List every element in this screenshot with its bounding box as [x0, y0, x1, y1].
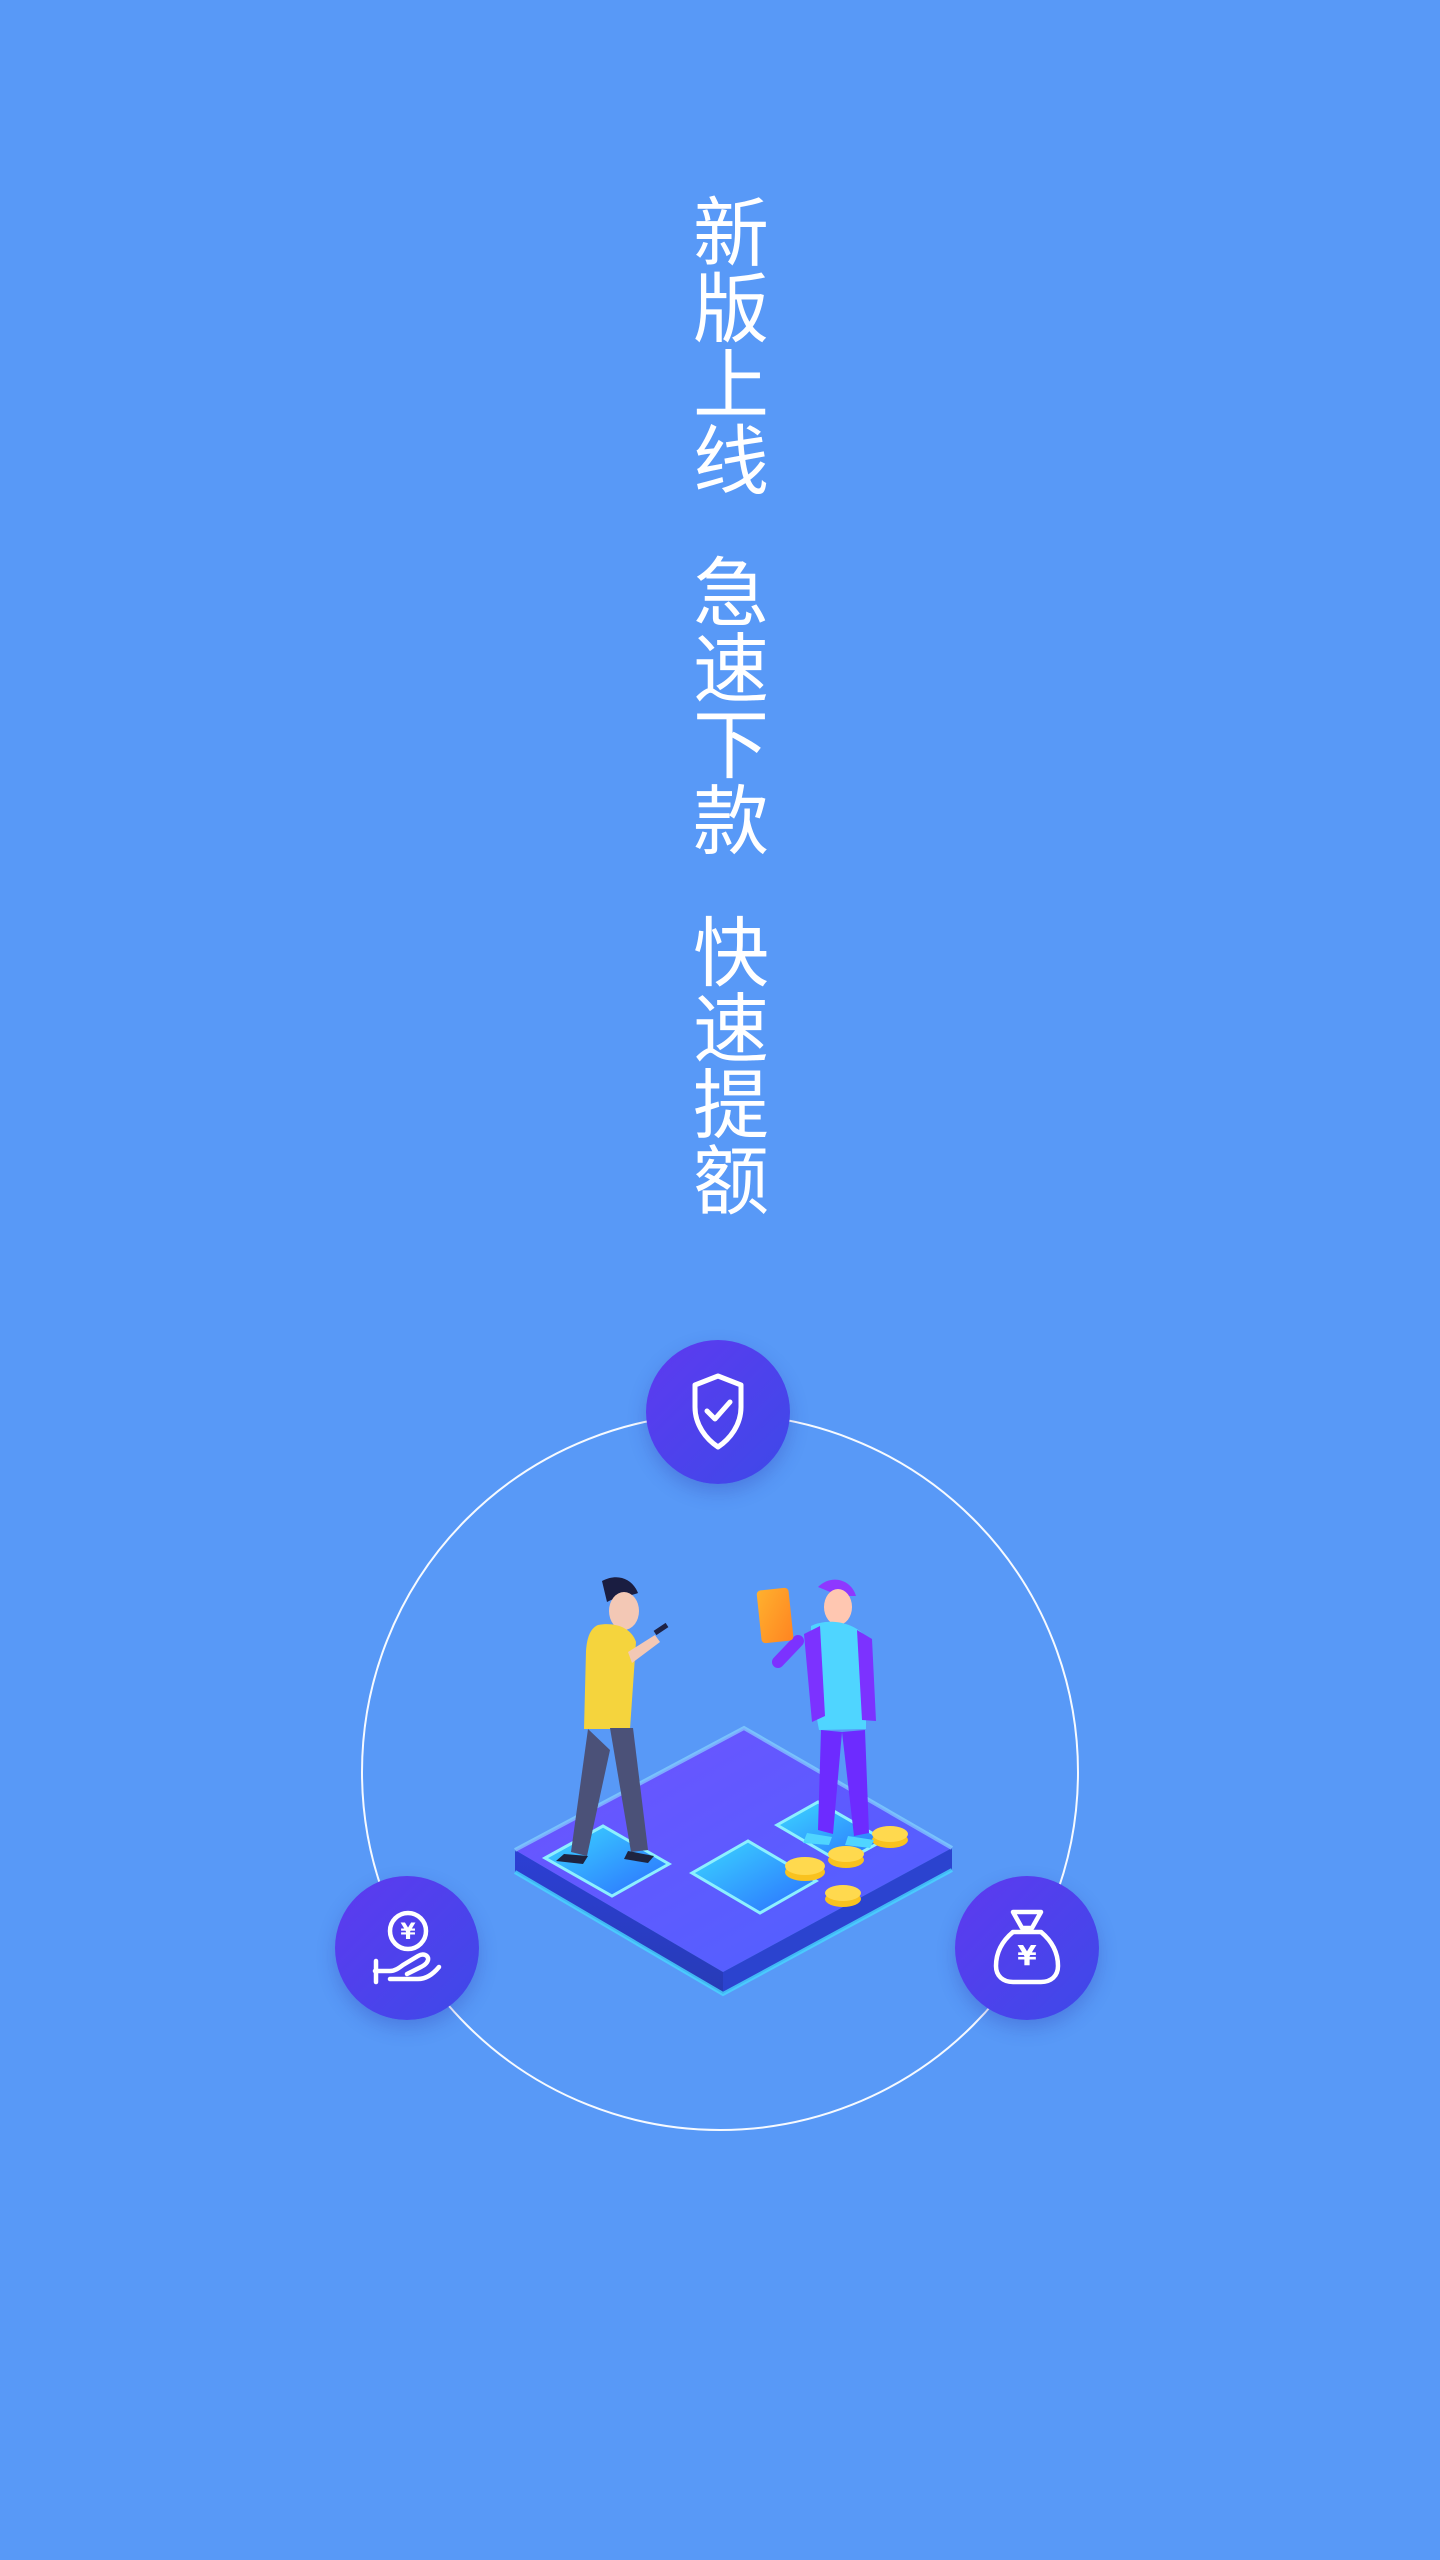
feature-money-bag-badge: ¥: [955, 1876, 1099, 2020]
splash-screen: { "headline": { "line1": "新版上线", "line2"…: [0, 0, 1440, 2560]
yuan-symbol: ¥: [1017, 1939, 1037, 1972]
feature-loan-badge: ¥: [335, 1876, 479, 2020]
money-bag-icon: ¥: [993, 1909, 1061, 1985]
yuan-symbol: ¥: [400, 1920, 416, 1945]
tablet-device: [756, 1587, 794, 1644]
feature-security-badge: [646, 1340, 790, 1484]
illustration-scene: [361, 1413, 1079, 2131]
shield-check-icon: [692, 1373, 744, 1450]
hand-yuan-icon: ¥: [372, 1910, 442, 1985]
